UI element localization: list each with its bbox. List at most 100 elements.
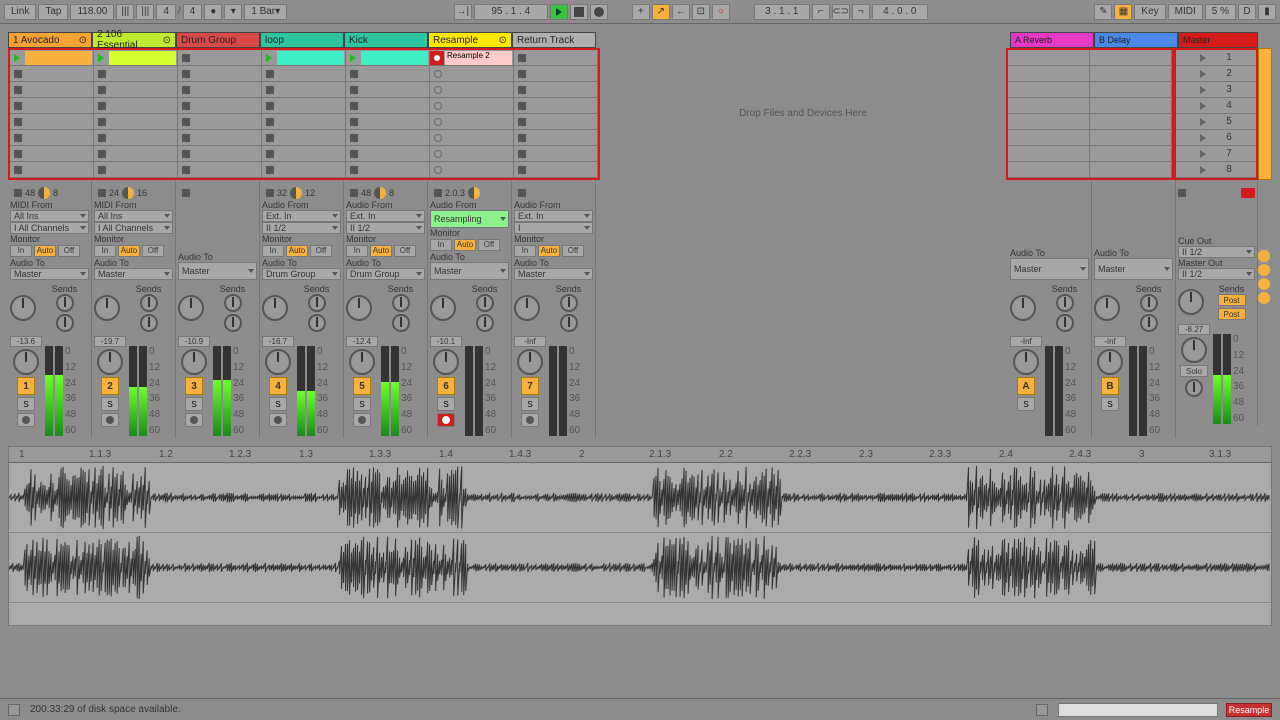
volume-value[interactable]: -10.1	[430, 336, 462, 347]
track-activator[interactable]: 3	[185, 377, 203, 395]
track-activator[interactable]: 2	[101, 377, 119, 395]
clip-slot[interactable]	[262, 130, 346, 146]
input-channel-dropdown[interactable]: I All Channels	[94, 222, 173, 234]
metronome-icon[interactable]: ●	[204, 4, 222, 20]
clip-slot[interactable]	[430, 130, 514, 146]
capture-midi-icon[interactable]: ⊡	[692, 4, 710, 20]
monitor-auto[interactable]: Auto	[34, 245, 56, 257]
pan-knob[interactable]	[94, 295, 120, 321]
clip-slot[interactable]	[94, 146, 178, 162]
clip-slot[interactable]	[514, 130, 598, 146]
send-a-knob[interactable]	[392, 294, 410, 312]
clip-slot[interactable]	[262, 50, 346, 66]
clip-slot[interactable]	[430, 98, 514, 114]
clip-slot[interactable]	[346, 146, 430, 162]
input-type-dropdown[interactable]: Ext. In	[262, 210, 341, 222]
punch-out-icon[interactable]: ¬	[852, 4, 870, 20]
monitor-off[interactable]: Off	[394, 245, 416, 257]
clip-slot[interactable]	[262, 114, 346, 130]
track-activator[interactable]: 4	[269, 377, 287, 395]
track-header[interactable]: Return Track	[512, 32, 596, 48]
send-b-knob[interactable]	[140, 314, 158, 332]
monitor-off[interactable]: Off	[310, 245, 332, 257]
clip-slot[interactable]	[178, 114, 262, 130]
output-dropdown[interactable]: Master	[1094, 258, 1173, 280]
pan-knob[interactable]	[1094, 295, 1120, 321]
volume-value[interactable]: -12.4	[346, 336, 378, 347]
overload-icon[interactable]: D	[1238, 4, 1256, 20]
track-header[interactable]: loop	[260, 32, 344, 48]
clip-slot[interactable]	[346, 50, 430, 66]
track-header[interactable]: Kick	[344, 32, 428, 48]
arm-button[interactable]	[269, 413, 287, 427]
track-activator[interactable]: 1	[17, 377, 35, 395]
scene-launch[interactable]: 3	[1176, 82, 1256, 98]
return-track-header[interactable]: A Reverb	[1010, 32, 1094, 48]
overdub-icon[interactable]: +	[632, 4, 650, 20]
clip-slot[interactable]	[430, 114, 514, 130]
clip-slot[interactable]	[346, 82, 430, 98]
volume-knob[interactable]	[13, 349, 39, 375]
send-b-knob[interactable]	[224, 314, 242, 332]
loop-length[interactable]: 4 . 0 . 0	[872, 4, 928, 20]
master-out-dropdown[interactable]: II 1/2	[1178, 268, 1255, 280]
stop-clip-icon[interactable]	[434, 189, 442, 197]
record-icon[interactable]	[590, 4, 608, 20]
volume-value[interactable]: -10.9	[178, 336, 210, 347]
input-type-dropdown[interactable]: Ext. In	[346, 210, 425, 222]
monitor-auto[interactable]: Auto	[286, 245, 308, 257]
returns-section-toggle[interactable]	[1258, 278, 1270, 290]
solo-button[interactable]: S	[1017, 397, 1035, 411]
midi-map-button[interactable]: MIDI	[1168, 4, 1203, 20]
io-section-toggle[interactable]	[1258, 250, 1270, 262]
return-track-header[interactable]: B Delay	[1094, 32, 1178, 48]
solo-button[interactable]: S	[521, 397, 539, 411]
track-activator[interactable]: 7	[521, 377, 539, 395]
clip-slot[interactable]	[346, 130, 430, 146]
clip-slot[interactable]	[178, 66, 262, 82]
master-volume-knob[interactable]	[1181, 337, 1207, 363]
play-icon[interactable]	[550, 4, 568, 20]
track-activator[interactable]: 5	[353, 377, 371, 395]
clip-slot[interactable]	[10, 98, 94, 114]
send-b-knob[interactable]	[392, 314, 410, 332]
clip-slot[interactable]	[178, 50, 262, 66]
nudge-up-icon[interactable]: |||	[136, 4, 154, 20]
monitor-in[interactable]: In	[262, 245, 284, 257]
track-activator[interactable]: A	[1017, 377, 1035, 395]
drop-files-area[interactable]: Drop Files and Devices Here	[600, 48, 1006, 180]
nudge-down-icon[interactable]: |||	[116, 4, 134, 20]
input-type-dropdown[interactable]: Resampling	[430, 210, 509, 228]
sig-num[interactable]: 4	[156, 4, 176, 20]
clip-slot[interactable]	[94, 130, 178, 146]
clip-slot[interactable]	[178, 130, 262, 146]
monitor-in[interactable]: In	[10, 245, 32, 257]
clip-slot[interactable]	[10, 114, 94, 130]
output-dropdown[interactable]: Drum Group	[262, 268, 341, 280]
pan-knob[interactable]	[178, 295, 204, 321]
clip-slot[interactable]	[514, 66, 598, 82]
input-type-dropdown[interactable]: Ext. In	[514, 210, 593, 222]
monitor-off[interactable]: Off	[562, 245, 584, 257]
input-channel-dropdown[interactable]: II 1/2	[346, 222, 425, 234]
clip-slot[interactable]	[514, 50, 598, 66]
resample-indicator[interactable]: Resample	[1226, 703, 1272, 717]
clip-slot[interactable]	[514, 146, 598, 162]
scene-launch[interactable]: 5	[1176, 114, 1256, 130]
waveform-left-channel[interactable]	[9, 463, 1271, 533]
send-b-knob[interactable]	[1140, 314, 1158, 332]
clip-slot[interactable]	[178, 82, 262, 98]
arm-button[interactable]	[437, 413, 455, 427]
send-a-knob[interactable]	[140, 294, 158, 312]
clip-name-input[interactable]	[1058, 703, 1218, 717]
monitor-in[interactable]: In	[514, 245, 536, 257]
arm-button[interactable]	[521, 413, 539, 427]
volume-knob[interactable]	[517, 349, 543, 375]
clip-slot[interactable]	[94, 66, 178, 82]
input-channel-dropdown[interactable]: I All Channels	[10, 222, 89, 234]
send-a-knob[interactable]	[1056, 294, 1074, 312]
scene-launch[interactable]: 1	[1176, 50, 1256, 66]
quantize-menu[interactable]: 1 Bar ▾	[244, 4, 287, 20]
output-dropdown[interactable]: Drum Group	[346, 268, 425, 280]
arm-button[interactable]	[17, 413, 35, 427]
